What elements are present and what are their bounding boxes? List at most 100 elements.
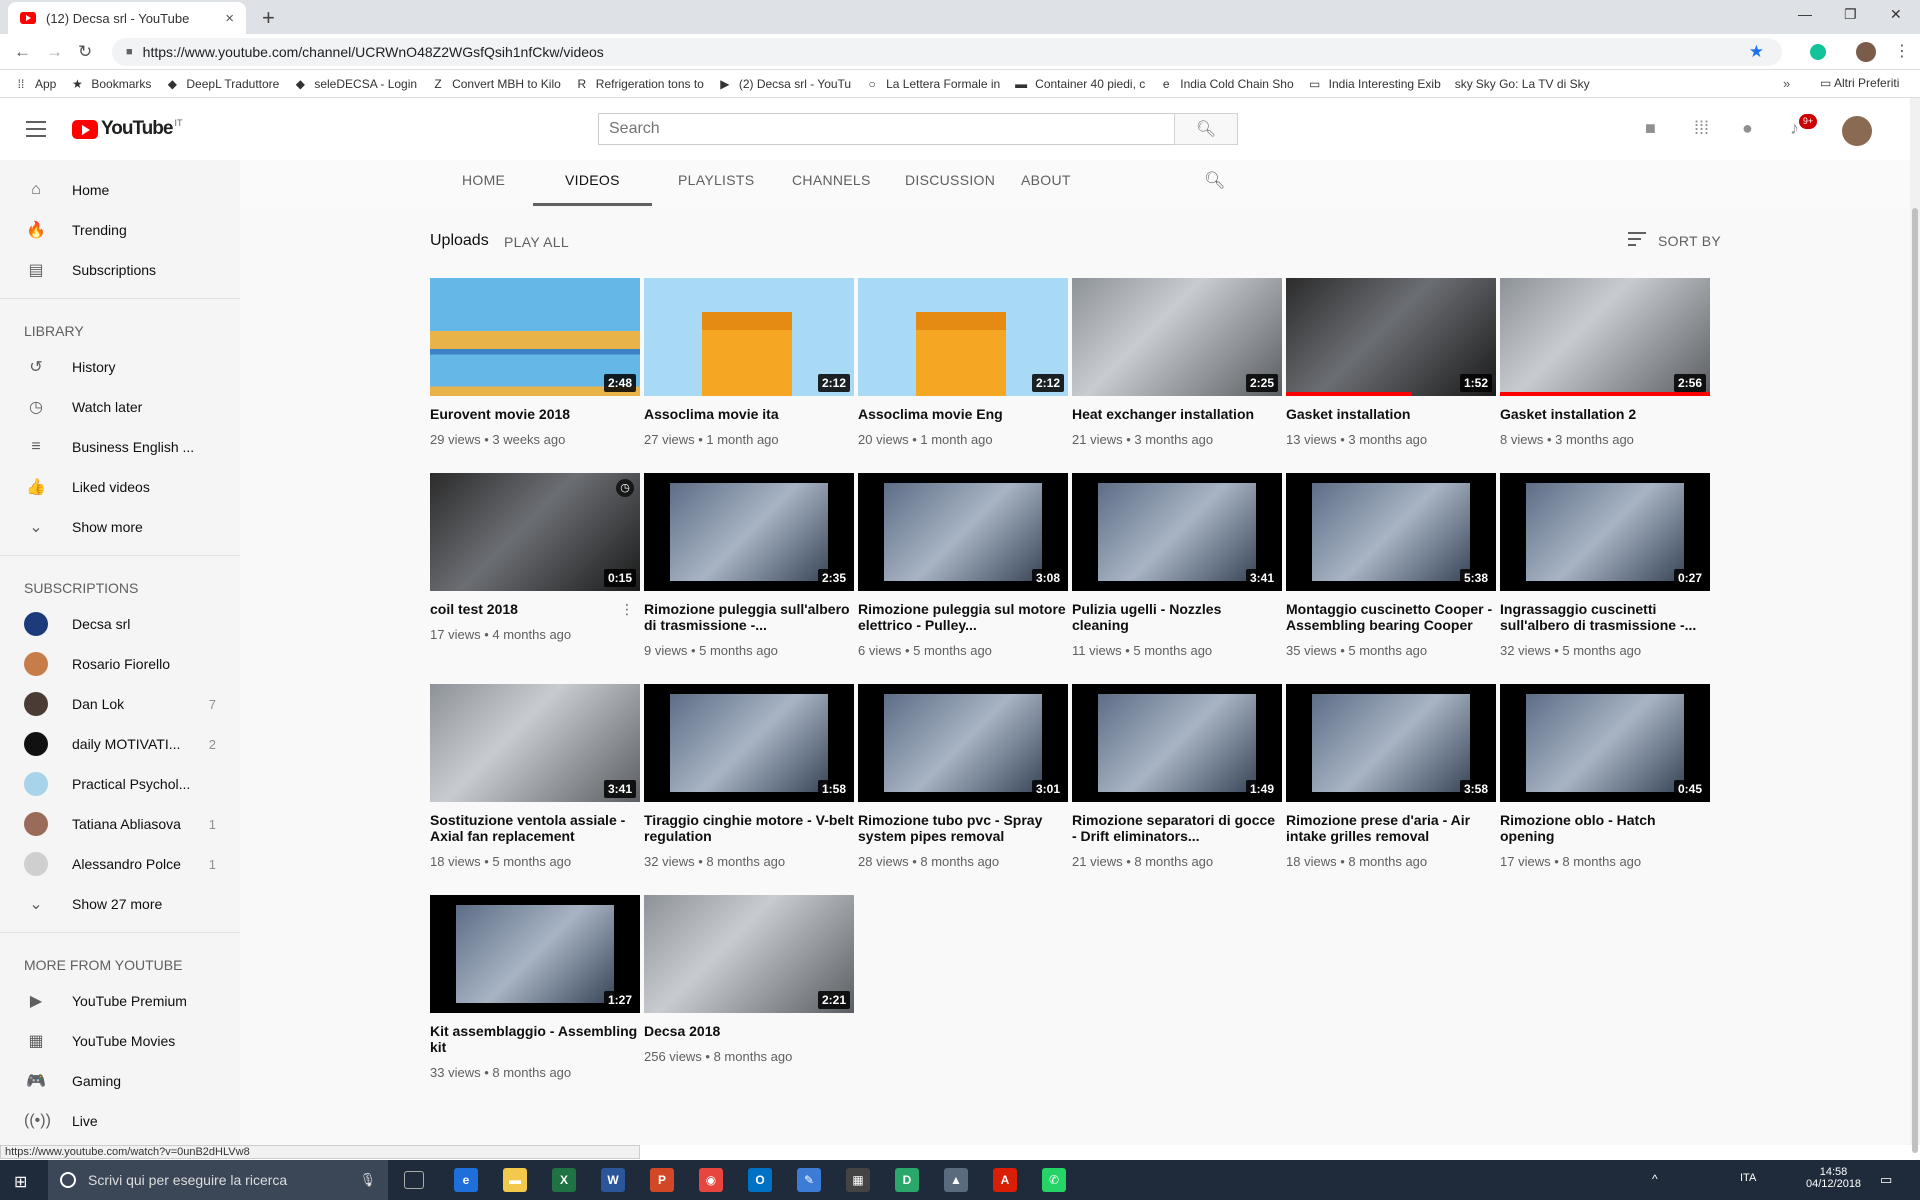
sidebar-item[interactable]: ▶ YouTube Premium bbox=[0, 981, 240, 1021]
video-thumbnail[interactable]: 3:01 bbox=[858, 684, 1068, 802]
page-scrollbar[interactable] bbox=[1910, 98, 1920, 1153]
bookmark-item[interactable]: ◆ DeepL Traduttore bbox=[165, 77, 280, 91]
channel-search-icon[interactable]: 🔍︎ bbox=[1204, 171, 1226, 191]
powerpoint-icon[interactable]: P bbox=[650, 1168, 674, 1192]
browser-profile-avatar[interactable] bbox=[1856, 42, 1876, 62]
video-title[interactable]: coil test 2018 bbox=[430, 601, 640, 617]
video-title[interactable]: Assoclima movie Eng bbox=[858, 406, 1068, 422]
subscription-item[interactable]: daily MOTIVATI... 2 bbox=[0, 724, 240, 764]
tray-chevron-icon[interactable]: ^ bbox=[1652, 1172, 1658, 1186]
sidebar-item[interactable]: ≡ Business English ... bbox=[0, 427, 240, 467]
word-icon[interactable]: W bbox=[601, 1168, 625, 1192]
watch-later-icon[interactable]: ◷ bbox=[616, 479, 634, 497]
play-all-button[interactable]: PLAY ALL bbox=[504, 234, 569, 250]
bookmarks-overflow-button[interactable]: » bbox=[1783, 76, 1790, 91]
sidebar-item[interactable]: ((•)) Live bbox=[0, 1101, 240, 1141]
photos-icon[interactable]: ▲ bbox=[944, 1168, 968, 1192]
address-bar[interactable]: ■ https://www.youtube.com/channel/UCRWnO… bbox=[112, 38, 1782, 66]
tab-playlists[interactable]: PLAYLISTS bbox=[678, 160, 754, 206]
sidebar-item[interactable]: ◷ Watch later bbox=[0, 387, 240, 427]
bookmark-item[interactable]: R Refrigeration tons to bbox=[575, 77, 703, 91]
video-card[interactable]: 2:21 Decsa 2018 256 views • 8 months ago bbox=[644, 895, 854, 1064]
video-title[interactable]: Gasket installation 2 bbox=[1500, 406, 1710, 422]
bookmark-item[interactable]: ▶ (2) Decsa srl - YouTu bbox=[718, 77, 851, 91]
video-thumbnail[interactable]: 3:08 bbox=[858, 473, 1068, 591]
video-thumbnail[interactable]: 1:27 bbox=[430, 895, 640, 1013]
bookmark-item[interactable]: e India Cold Chain Sho bbox=[1159, 77, 1294, 91]
video-thumbnail[interactable]: 1:58 bbox=[644, 684, 854, 802]
forward-icon[interactable]: → bbox=[46, 42, 63, 62]
acrobat-icon[interactable]: A bbox=[993, 1168, 1017, 1192]
tab-home[interactable]: HOME bbox=[462, 160, 505, 206]
video-thumbnail[interactable]: 1:52 bbox=[1286, 278, 1496, 396]
edge-icon[interactable]: e bbox=[454, 1168, 478, 1192]
task-view-icon[interactable] bbox=[404, 1171, 424, 1189]
video-thumbnail[interactable]: 3:41 bbox=[1072, 473, 1282, 591]
tab-videos[interactable]: VIDEOS bbox=[533, 160, 652, 206]
sidebar-item[interactable]: ▦ YouTube Movies bbox=[0, 1021, 240, 1061]
bookmark-item[interactable]: Z Convert MBH to Kilo bbox=[431, 77, 560, 91]
video-card[interactable]: 2:12 Assoclima movie ita 27 views • 1 mont… bbox=[644, 278, 854, 447]
taskbar-clock[interactable]: 14:58 04/12/2018 bbox=[1806, 1166, 1861, 1190]
tab-close-icon[interactable]: × bbox=[225, 10, 234, 27]
bookmark-item[interactable]: ★ Bookmarks bbox=[70, 77, 151, 91]
video-title[interactable]: Montaggio cuscinetto Cooper - Assembling… bbox=[1286, 601, 1496, 633]
excel-icon[interactable]: X bbox=[552, 1168, 576, 1192]
close-window-button[interactable]: ✕ bbox=[1890, 6, 1902, 23]
video-title[interactable]: Eurovent movie 2018 bbox=[430, 406, 640, 422]
sidebar-item[interactable]: ↺ History bbox=[0, 347, 240, 387]
video-card[interactable]: 0:27 Ingrassaggio cuscinetti sull'albero … bbox=[1500, 473, 1710, 658]
bookmark-item[interactable]: ○ La Lettera Formale in bbox=[865, 77, 1000, 91]
browser-menu-icon[interactable]: ⋮ bbox=[1894, 41, 1910, 61]
video-thumbnail[interactable]: 1:49 bbox=[1072, 684, 1282, 802]
create-video-icon[interactable]: ■ bbox=[1645, 118, 1656, 139]
video-title[interactable]: Ingrassaggio cuscinetti sull'albero di t… bbox=[1500, 601, 1710, 633]
video-title[interactable]: Rimozione separatori di gocce - Drift el… bbox=[1072, 812, 1282, 844]
sidebar-item[interactable]: 🎮 Gaming bbox=[0, 1061, 240, 1101]
bookmark-item[interactable]: sky Sky Go: La TV di Sky bbox=[1455, 77, 1590, 91]
sort-by-button[interactable]: SORT BY bbox=[1628, 232, 1721, 250]
video-menu-icon[interactable]: ⋮ bbox=[620, 601, 634, 618]
guide-menu-icon[interactable] bbox=[26, 121, 46, 142]
video-card[interactable]: 0:45 Rimozione oblo - Hatch opening 17 vie… bbox=[1500, 684, 1710, 869]
taskbar-search[interactable]: Scrivi qui per eseguire la ricerca 🎙︎ bbox=[48, 1160, 388, 1200]
video-card[interactable]: 1:58 Tiraggio cinghie motore - V-belt reg… bbox=[644, 684, 854, 869]
apps-grid-icon[interactable]: ⁞⁞⁞ bbox=[1694, 118, 1709, 139]
bookmark-item[interactable]: ◆ seleDECSA - Login bbox=[293, 77, 417, 91]
video-card[interactable]: 5:38 Montaggio cuscinetto Cooper - Assemb… bbox=[1286, 473, 1496, 658]
scrollbar-thumb[interactable] bbox=[1912, 208, 1918, 1153]
bookmark-item[interactable]: ▬ Container 40 piedi, c bbox=[1014, 77, 1145, 91]
bookmark-item[interactable]: ▭ India Interesting Exib bbox=[1308, 77, 1441, 91]
whatsapp-icon[interactable]: ✆ bbox=[1042, 1168, 1066, 1192]
tab-discussion[interactable]: DISCUSSION bbox=[905, 160, 995, 206]
subscription-item[interactable]: Dan Lok 7 bbox=[0, 684, 240, 724]
video-thumbnail[interactable]: 3:58 bbox=[1286, 684, 1496, 802]
tab-channels[interactable]: CHANNELS bbox=[792, 160, 871, 206]
action-center-icon[interactable]: ▭ bbox=[1880, 1172, 1892, 1188]
outlook-icon[interactable]: O bbox=[748, 1168, 772, 1192]
video-title[interactable]: Pulizia ugelli - Nozzles cleaning bbox=[1072, 601, 1282, 633]
video-card[interactable]: 3:08 Rimozione puleggia sul motore elettr… bbox=[858, 473, 1068, 658]
sidebar-item[interactable]: 🔥 Trending bbox=[0, 210, 240, 250]
new-tab-button[interactable]: + bbox=[262, 5, 275, 31]
sidebar-item[interactable]: ⌂ Home bbox=[0, 170, 240, 210]
video-card[interactable]: 1:49 Rimozione separatori di gocce - Drif… bbox=[1072, 684, 1282, 869]
video-title[interactable]: Rimozione puleggia sull'albero di trasmi… bbox=[644, 601, 854, 633]
video-card[interactable]: 3:41 Pulizia ugelli - Nozzles cleaning 11 … bbox=[1072, 473, 1282, 658]
video-title[interactable]: Rimozione prese d'aria - Air intake gril… bbox=[1286, 812, 1496, 844]
bookmark-item[interactable]: ⁞⁞ App bbox=[14, 77, 57, 91]
video-card[interactable]: 3:41 Sostituzione ventola assiale - Axial… bbox=[430, 684, 640, 869]
video-title[interactable]: Rimozione oblo - Hatch opening bbox=[1500, 812, 1710, 844]
video-thumbnail[interactable]: 2:48 bbox=[430, 278, 640, 396]
maximize-button[interactable]: ❐ bbox=[1844, 6, 1857, 23]
video-thumbnail[interactable]: 2:35 bbox=[644, 473, 854, 591]
file-explorer-icon[interactable]: ▬ bbox=[503, 1168, 527, 1192]
video-thumbnail[interactable]: 0:15 ◷ bbox=[430, 473, 640, 591]
video-card[interactable]: 0:15 ◷ coil test 2018 17 views • 4 months a… bbox=[430, 473, 640, 642]
tab-about[interactable]: ABOUT bbox=[1021, 160, 1071, 206]
search-input[interactable] bbox=[598, 113, 1174, 145]
video-card[interactable]: 1:27 Kit assemblaggio - Assembling kit 33 … bbox=[430, 895, 640, 1080]
bookmark-star-icon[interactable]: ★ bbox=[1749, 42, 1764, 62]
video-thumbnail[interactable]: 2:12 bbox=[644, 278, 854, 396]
chrome-icon[interactable]: ◉ bbox=[699, 1168, 723, 1192]
